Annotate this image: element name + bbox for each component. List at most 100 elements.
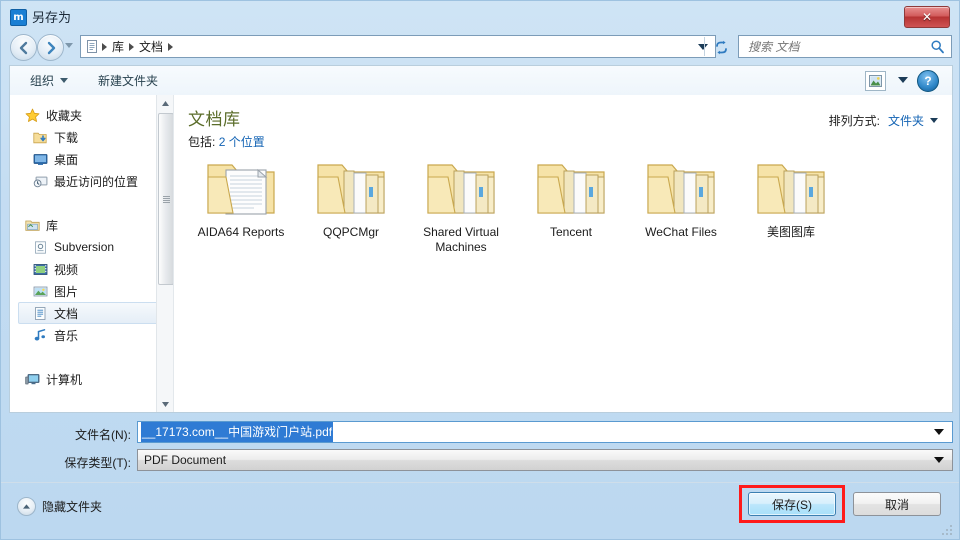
sidebar-label: 文档 — [54, 306, 79, 321]
library-header: 文档库 包括: 2 个位置 — [188, 105, 265, 150]
breadcrumb-separator-icon — [168, 42, 174, 51]
new-folder-button[interactable]: 新建文件夹 — [98, 72, 158, 89]
hide-folders-button[interactable]: 隐藏文件夹 — [17, 497, 102, 516]
folder-item[interactable]: Tencent — [516, 155, 626, 255]
cancel-button[interactable]: 取消 — [853, 492, 941, 516]
sidebar-item-downloads[interactable]: 下载 — [10, 126, 173, 148]
refresh-icon — [715, 40, 727, 54]
history-dropdown-icon[interactable] — [65, 43, 73, 48]
chevron-down-icon[interactable] — [930, 118, 938, 123]
folder-with-files-icon — [532, 155, 610, 221]
folder-with-files-icon — [312, 155, 390, 221]
resize-grip[interactable] — [942, 523, 954, 535]
sidebar-group-computer: 计算机 — [10, 368, 173, 390]
desktop-icon — [32, 151, 48, 167]
sidebar-label: 桌面 — [54, 152, 79, 167]
filetype-value: PDF Document — [144, 453, 227, 467]
maxthon-app-icon: m — [10, 9, 27, 26]
sidebar-item-desktop[interactable]: 桌面 — [10, 148, 173, 170]
sidebar-label: 音乐 — [54, 328, 79, 343]
folder-item[interactable]: 美图图库 — [736, 155, 846, 255]
sidebar-item-documents[interactable]: 文档 — [18, 302, 169, 324]
folder-item[interactable]: Shared Virtual Machines — [406, 155, 516, 255]
sidebar-item-music[interactable]: 音乐 — [10, 324, 173, 346]
sidebar-item-computer[interactable]: 计算机 — [10, 368, 173, 390]
cancel-label: 取消 — [884, 497, 909, 512]
folder-item[interactable]: WeChat Files — [626, 155, 736, 255]
arrange-value[interactable]: 文件夹 — [888, 112, 924, 129]
breadcrumb-item-documents[interactable]: 文档 — [136, 38, 166, 55]
hide-folders-label: 隐藏文件夹 — [42, 500, 103, 514]
new-folder-label: 新建文件夹 — [98, 74, 159, 88]
filename-input[interactable]: __17173.com__中国游戏门户站.pdf — [137, 421, 953, 443]
view-options-icon[interactable] — [865, 71, 886, 91]
sidebar-item-videos[interactable]: 视频 — [10, 258, 173, 280]
forward-button[interactable] — [37, 34, 64, 61]
subversion-icon — [32, 239, 48, 255]
sidebar-item-pictures[interactable]: 图片 — [10, 280, 173, 302]
help-button[interactable]: ? — [917, 70, 939, 92]
save-label: 保存(S) — [772, 497, 812, 512]
filetype-label: 保存类型(T): — [64, 456, 131, 470]
folder-with-document-icon — [202, 155, 280, 221]
title-bar: m 另存为 ✕ — [1, 1, 959, 31]
folder-with-files-icon — [422, 155, 500, 221]
organize-menu-button[interactable]: 组织 — [30, 72, 69, 89]
sidebar-item-favorites[interactable]: 收藏夹 — [10, 104, 173, 126]
filetype-dropdown-icon[interactable] — [934, 457, 944, 463]
folder-item[interactable]: QQPCMgr — [296, 155, 406, 255]
filename-dropdown-icon[interactable] — [934, 429, 944, 435]
sidebar-item-libraries[interactable]: 库 — [10, 214, 173, 236]
chevron-down-icon — [60, 78, 69, 83]
sidebar-label: 图片 — [54, 284, 79, 299]
scroll-up-icon[interactable] — [157, 95, 173, 111]
search-input[interactable] — [746, 38, 930, 55]
close-button[interactable]: ✕ — [904, 6, 950, 28]
navigation-sidebar: 收藏夹 下载 桌面 最近访问的位置 库 Subversion 视频 图片 文档 … — [10, 95, 174, 412]
app-icon-glyph: m — [13, 11, 24, 23]
folder-item[interactable]: AIDA64 Reports — [186, 155, 296, 255]
folder-name: Tencent — [549, 225, 593, 239]
scroll-down-icon[interactable] — [157, 396, 173, 412]
sidebar-item-subversion[interactable]: Subversion — [10, 236, 173, 258]
back-arrow-icon — [19, 41, 27, 54]
sidebar-scrollbar-thumb[interactable] — [158, 113, 173, 285]
breadcrumb-item-library[interactable]: 库 — [109, 38, 127, 55]
breadcrumb-separator-icon — [102, 42, 107, 51]
filename-value: __17173.com__中国游戏门户站.pdf — [141, 422, 334, 442]
library-subtitle: 包括: 2 个位置 — [188, 133, 265, 150]
save-as-dialog: m 另存为 ✕ 库 文档 搜索 文档 组织 新建文件夹 ? 收藏夹 下载 桌面 … — [0, 0, 960, 540]
includes-locations-link[interactable]: 2 个位置 — [219, 135, 265, 149]
address-bar[interactable]: 库 文档 — [80, 35, 716, 58]
sidebar-label: 最近访问的位置 — [54, 174, 139, 189]
library-icon — [85, 39, 100, 54]
folder-name: QQPCMgr — [322, 225, 379, 239]
folder-with-files-icon — [642, 155, 720, 221]
arrange-by-control: 排列方式: 文件夹 — [829, 112, 938, 129]
forward-arrow-icon — [47, 41, 55, 54]
search-box[interactable] — [738, 35, 952, 58]
save-button[interactable]: 保存(S) — [748, 492, 836, 516]
chevron-up-circle-icon — [17, 497, 36, 516]
view-options-caret-icon[interactable] — [898, 77, 908, 83]
star-icon — [24, 107, 40, 123]
music-icon — [32, 327, 48, 343]
folder-name: Shared Virtual Machines — [423, 225, 499, 254]
sidebar-label: Subversion — [54, 240, 115, 254]
folder-grid: AIDA64 Reports QQPCMgr Shared Virtual Ma… — [186, 155, 946, 261]
navigation-bar: 库 文档 — [1, 31, 959, 63]
refresh-button[interactable] — [711, 37, 731, 57]
address-dropdown-icon[interactable] — [698, 43, 708, 50]
filename-label: 文件名(N): — [75, 428, 131, 442]
folder-name: WeChat Files — [645, 225, 717, 239]
organize-label: 组织 — [30, 74, 55, 88]
sidebar-item-recent-places[interactable]: 最近访问的位置 — [10, 170, 173, 192]
back-button[interactable] — [10, 34, 37, 61]
sidebar-scrollbar[interactable] — [156, 95, 173, 412]
computer-icon — [24, 371, 40, 387]
filetype-select[interactable]: PDF Document — [137, 449, 953, 471]
video-icon — [32, 261, 48, 277]
file-list-pane: 文档库 包括: 2 个位置 排列方式: 文件夹 AIDA64 Reports Q… — [174, 95, 952, 412]
footer-divider — [1, 482, 959, 483]
folder-name: AIDA64 Reports — [197, 225, 285, 239]
